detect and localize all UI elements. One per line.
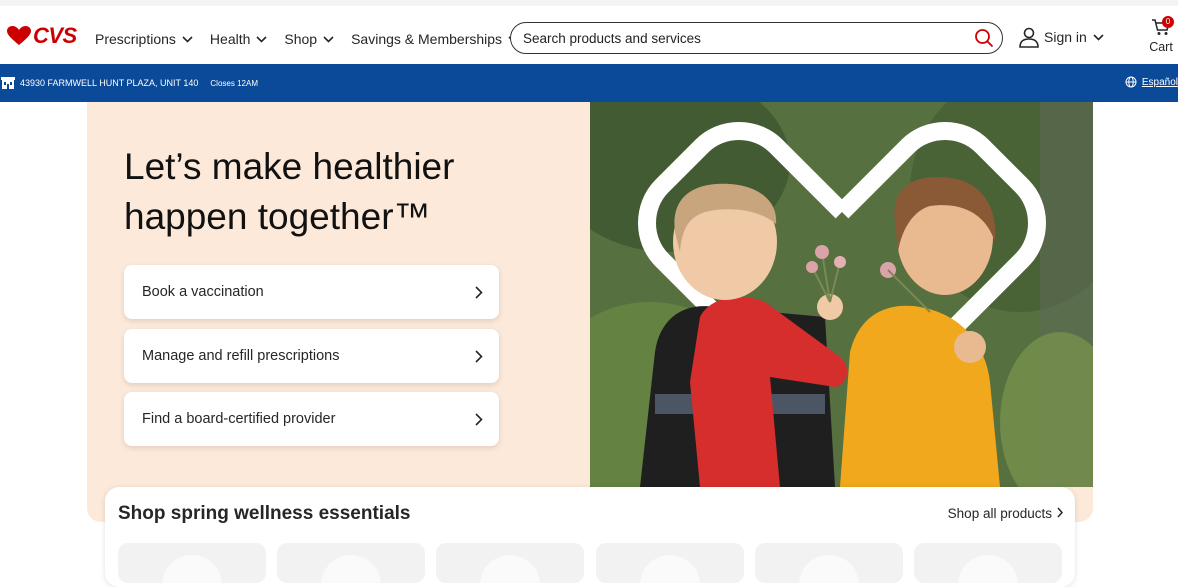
book-vaccination-label: Book a vaccination xyxy=(142,284,264,300)
shop-all-label: Shop all products xyxy=(947,506,1052,521)
search-icon xyxy=(975,29,994,48)
site-header: CVS Prescriptions Health Shop Savings & … xyxy=(0,0,1178,64)
language-toggle[interactable]: Español xyxy=(1125,76,1178,88)
nav-health-label: Health xyxy=(209,31,251,47)
product-tile[interactable] xyxy=(596,543,744,583)
product-tile[interactable] xyxy=(436,543,584,583)
main-nav: Prescriptions Health Shop Savings & Memb… xyxy=(95,31,536,47)
logo-wordmark: CVS xyxy=(33,23,77,48)
store-icon xyxy=(1,77,15,89)
hero-banner: Let’s make healthier happen together™ Bo… xyxy=(87,102,1093,522)
shop-section-title: Shop spring wellness essentials xyxy=(118,503,411,524)
shop-wellness-section: Shop spring wellness essentials Shop all… xyxy=(105,487,1075,587)
search-bar xyxy=(510,22,1003,54)
manage-prescriptions-card[interactable]: Manage and refill prescriptions xyxy=(124,329,499,383)
search-input[interactable] xyxy=(523,30,966,46)
manage-prescriptions-label: Manage and refill prescriptions xyxy=(142,348,340,364)
product-tile[interactable] xyxy=(914,543,1062,583)
nav-prescriptions[interactable]: Prescriptions xyxy=(95,31,193,47)
chevron-right-icon xyxy=(1057,507,1064,518)
cart-button[interactable]: 0 Cart xyxy=(1146,16,1176,54)
chevron-down-icon xyxy=(1093,33,1104,41)
product-tile[interactable] xyxy=(277,543,425,583)
nav-health[interactable]: Health xyxy=(210,31,267,47)
cart-label: Cart xyxy=(1149,40,1173,54)
globe-icon xyxy=(1125,76,1137,88)
nav-savings-memberships[interactable]: Savings & Memberships xyxy=(351,31,519,47)
search-button[interactable] xyxy=(966,28,1002,48)
product-tile[interactable] xyxy=(755,543,903,583)
cart-count-badge: 0 xyxy=(1162,16,1174,28)
nav-savings-label: Savings & Memberships xyxy=(351,31,503,47)
chevron-right-icon xyxy=(475,285,483,299)
sign-in-label: Sign in xyxy=(1044,29,1087,45)
chevron-right-icon xyxy=(475,349,483,363)
cvs-logo[interactable]: CVS xyxy=(7,23,77,49)
sign-in-button[interactable]: Sign in xyxy=(1018,26,1104,48)
language-label: Español xyxy=(1141,76,1178,88)
user-icon xyxy=(1019,27,1039,48)
family-photo-illustration xyxy=(590,102,1093,487)
chevron-down-icon xyxy=(182,35,193,43)
nav-shop[interactable]: Shop xyxy=(284,31,334,47)
chevron-right-icon xyxy=(475,412,483,426)
hero-photo xyxy=(590,102,1093,487)
store-address[interactable]: 43930 FARMWELL HUNT PLAZA, UNIT 140 xyxy=(20,78,198,88)
store-hours: Closes 12AM xyxy=(210,78,258,88)
hero-title: Let’s make healthier happen together™ xyxy=(124,146,455,237)
nav-prescriptions-label: Prescriptions xyxy=(95,31,176,47)
nav-shop-label: Shop xyxy=(284,31,318,47)
product-tile[interactable] xyxy=(118,543,266,583)
book-vaccination-card[interactable]: Book a vaccination xyxy=(124,265,499,319)
find-provider-label: Find a board-certified provider xyxy=(142,411,336,427)
heart-icon xyxy=(7,26,31,45)
find-provider-card[interactable]: Find a board-certified provider xyxy=(124,392,499,446)
chevron-down-icon xyxy=(323,35,334,43)
shop-all-products-link[interactable]: Shop all products xyxy=(947,506,1064,521)
chevron-down-icon xyxy=(256,35,267,43)
store-bar: 43930 FARMWELL HUNT PLAZA, UNIT 140 Clos… xyxy=(0,64,1178,102)
